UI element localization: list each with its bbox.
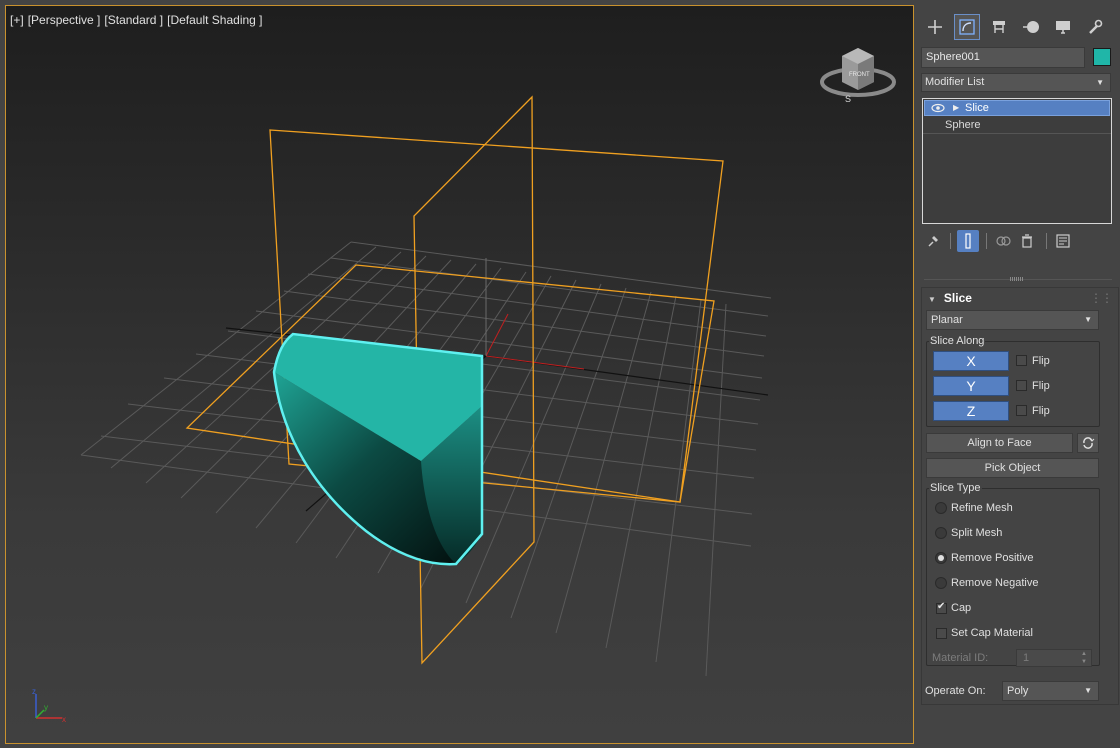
- flip-x-checkbox[interactable]: [1016, 355, 1027, 366]
- axis-z-label: z: [32, 687, 36, 696]
- axis-x-label: x: [62, 715, 66, 724]
- modifier-list-dropdown[interactable]: Modifier List ▼: [921, 73, 1111, 92]
- slice-x-button[interactable]: X: [933, 351, 1009, 371]
- modifier-list-label: Modifier List: [925, 76, 985, 88]
- axis-tripod: z x y: [32, 687, 66, 724]
- utilities-icon[interactable]: [1082, 14, 1108, 40]
- remove-negative-radio[interactable]: [935, 577, 947, 589]
- reset-icon[interactable]: [1077, 433, 1099, 453]
- chevron-down-icon: ▼: [1084, 315, 1092, 324]
- viewcube[interactable]: FRONT S: [818, 40, 898, 102]
- refine-mesh-radio[interactable]: [935, 502, 947, 514]
- object-color-swatch[interactable]: [1093, 48, 1111, 66]
- remove-positive-label: Remove Positive: [951, 552, 1034, 564]
- split-mesh-label: Split Mesh: [951, 527, 1003, 539]
- object-name-field[interactable]: Sphere001: [921, 47, 1085, 68]
- viewcube-face-label: FRONT: [849, 72, 870, 78]
- show-end-result-icon[interactable]: [957, 230, 979, 252]
- rollout-title: Slice: [943, 291, 972, 305]
- display-icon[interactable]: [1050, 14, 1076, 40]
- remove-modifier-icon[interactable]: [1016, 230, 1038, 252]
- collapse-arrow-icon[interactable]: ▼: [928, 295, 936, 304]
- set-cap-material-checkbox[interactable]: [936, 628, 947, 639]
- stack-item-label: Slice: [965, 102, 989, 114]
- set-cap-material-label: Set Cap Material: [951, 627, 1033, 639]
- flip-z-checkbox[interactable]: [1016, 405, 1027, 416]
- slice-y-button[interactable]: Y: [933, 376, 1009, 396]
- stack-toolbar: [922, 229, 1112, 255]
- spinner-arrows-icon[interactable]: ▲ ▼: [1081, 650, 1087, 666]
- rollout-grip-icon[interactable]: ⋮⋮: [1090, 288, 1113, 308]
- motion-icon[interactable]: [1018, 14, 1044, 40]
- material-id-label: Material ID:: [932, 652, 989, 664]
- remove-positive-radio[interactable]: [935, 552, 947, 564]
- make-unique-icon[interactable]: [992, 230, 1014, 252]
- flip-x-label: Flip: [1032, 355, 1050, 367]
- viewport-scene[interactable]: [6, 6, 914, 744]
- slice-z-button[interactable]: Z: [933, 401, 1009, 421]
- viewport-pov-menu[interactable]: [Perspective ]: [28, 13, 101, 27]
- command-panel: Sphere001 Modifier List ▼ ▶ Slice Sphere: [918, 0, 1120, 748]
- pick-object-button[interactable]: Pick Object: [926, 458, 1099, 478]
- chevron-down-icon: ▼: [1096, 78, 1104, 87]
- axis-y-label: y: [44, 703, 48, 712]
- viewport-shading-menu[interactable]: [Default Shading ]: [167, 13, 262, 27]
- slice-type-label: Slice Type: [929, 482, 982, 494]
- material-id-spinner[interactable]: 1 ▲ ▼: [1016, 649, 1092, 667]
- perspective-viewport[interactable]: [+] [Perspective ] [Standard ] [Default Sha…: [5, 5, 914, 744]
- viewport-quality-menu[interactable]: [Standard ]: [104, 13, 163, 27]
- pin-stack-icon[interactable]: [922, 230, 944, 252]
- split-mesh-radio[interactable]: [935, 527, 947, 539]
- refine-mesh-label: Refine Mesh: [951, 502, 1013, 514]
- operate-on-dropdown[interactable]: Poly ▼: [1002, 681, 1099, 701]
- slice-along-label: Slice Along: [929, 335, 986, 347]
- slice-along-group: Slice Along X Flip Y Flip Z Flip: [926, 335, 1100, 427]
- stack-item-sphere[interactable]: Sphere: [923, 117, 1111, 134]
- flip-y-checkbox[interactable]: [1016, 380, 1027, 391]
- slice-mode-value: Planar: [931, 314, 963, 326]
- command-panel-tabs: [920, 14, 1116, 44]
- expand-arrow-icon[interactable]: ▶: [953, 101, 959, 115]
- slice-mode-dropdown[interactable]: Planar ▼: [926, 310, 1099, 330]
- align-to-face-button[interactable]: Align to Face: [926, 433, 1073, 453]
- cap-label: Cap: [951, 602, 972, 614]
- operate-on-value: Poly: [1007, 685, 1029, 697]
- operate-on-label: Operate On:: [925, 685, 986, 697]
- viewcube-compass-label: S: [845, 94, 851, 102]
- flip-z-label: Flip: [1032, 405, 1050, 417]
- modifier-stack[interactable]: ▶ Slice Sphere: [922, 98, 1112, 224]
- slice-rollout: ▼ Slice ⋮⋮ Planar ▼ Slice Along X Flip Y …: [921, 287, 1119, 705]
- stack-item-slice[interactable]: ▶ Slice: [924, 100, 1110, 116]
- panel-resize-grip[interactable]: [1010, 277, 1024, 281]
- create-icon[interactable]: [922, 14, 948, 40]
- rollout-header[interactable]: ▼ Slice ⋮⋮: [922, 288, 1118, 308]
- chevron-down-icon: ▼: [1084, 686, 1092, 695]
- configure-modifier-sets-icon[interactable]: [1052, 230, 1074, 252]
- stack-item-label: Sphere: [945, 119, 981, 131]
- material-id-value: 1: [1023, 652, 1030, 664]
- hierarchy-icon[interactable]: [986, 14, 1012, 40]
- remove-negative-label: Remove Negative: [951, 577, 1039, 589]
- flip-y-label: Flip: [1032, 380, 1050, 392]
- modify-icon[interactable]: [954, 14, 980, 40]
- viewport-plus-menu[interactable]: [+]: [10, 13, 24, 27]
- viewport-label-menu[interactable]: [+] [Perspective ] [Standard ] [Default Sha…: [10, 13, 267, 27]
- slice-type-group: Slice Type Refine Mesh Split Mesh Remove…: [926, 482, 1100, 667]
- cap-checkbox[interactable]: [936, 601, 947, 614]
